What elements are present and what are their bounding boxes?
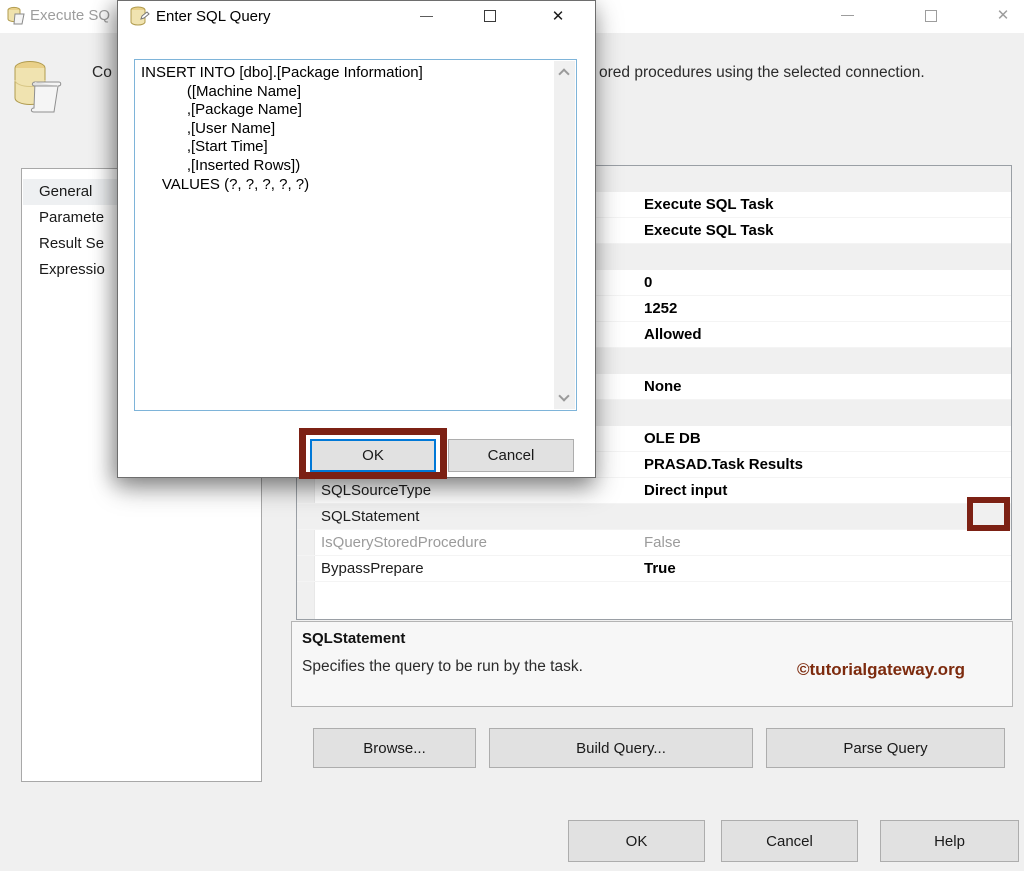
minimize-button[interactable] [824, 0, 870, 31]
property-help-panel: SQLStatement Specifies the query to be r… [291, 621, 1013, 707]
modal-cancel-button[interactable]: Cancel [448, 439, 574, 472]
grid-row-sqlsourcetype[interactable]: SQLSourceType Direct input [297, 478, 1011, 504]
grid-row-sqlstatement[interactable]: SQLStatement [297, 504, 1011, 530]
maximize-button[interactable] [908, 0, 954, 31]
property-label: IsQueryStoredProcedure [321, 534, 487, 551]
description-text-left: Co [92, 64, 112, 81]
editor-cancel-button[interactable]: Cancel [721, 820, 858, 862]
help-property-description: Specifies the query to be run by the tas… [302, 658, 583, 675]
build-query-button[interactable]: Build Query... [489, 728, 753, 768]
help-property-name: SQLStatement [302, 630, 406, 647]
maximize-icon [925, 9, 937, 22]
close-button[interactable]: ✕ [980, 0, 1024, 31]
property-label: BypassPrepare [321, 560, 424, 577]
parse-query-button[interactable]: Parse Query [766, 728, 1005, 768]
property-value: Execute SQL Task [644, 222, 774, 239]
sql-query-textarea[interactable]: INSERT INTO [dbo].[Package Information] … [134, 59, 577, 411]
watermark-text: ©tutorialgateway.org [797, 660, 966, 679]
execute-sql-task-editor-window: Execute SQ ✕ Co ored procedures using th… [0, 0, 1024, 871]
property-value: 0 [644, 274, 653, 291]
modal-maximize-button[interactable] [470, 1, 510, 31]
close-icon: ✕ [996, 7, 1010, 24]
property-value: Execute SQL Task [644, 196, 774, 213]
minimize-icon [419, 15, 433, 17]
property-value: Direct input [644, 482, 728, 499]
property-value: PRASAD.Task Results [644, 456, 803, 473]
enter-sql-query-dialog: Enter SQL Query ✕ INSERT INTO [dbo].[Pac… [117, 0, 596, 478]
maximize-icon [484, 10, 496, 22]
modal-close-button[interactable]: ✕ [538, 1, 578, 31]
sql-query-text: INSERT INTO [dbo].[Package Information] … [141, 64, 423, 193]
scroll-down-icon[interactable] [558, 390, 570, 402]
scroll-up-icon[interactable] [558, 68, 570, 80]
background-window-title: Execute SQ [30, 7, 111, 24]
close-icon: ✕ [551, 7, 565, 25]
modal-title: Enter SQL Query [156, 8, 271, 25]
sql-task-icon [7, 6, 25, 25]
editor-help-button[interactable]: Help [880, 820, 1019, 862]
annotation-ellipsis-highlight [967, 497, 1010, 531]
grid-row-isquerystoredprocedure[interactable]: IsQueryStoredProcedure False [297, 530, 1011, 556]
minimize-icon [840, 15, 854, 16]
property-value: False [644, 534, 681, 551]
property-label: SQLStatement [321, 508, 420, 525]
annotation-ok-highlight [299, 428, 447, 479]
description-text-right: ored procedures using the selected conne… [599, 64, 925, 81]
grid-row-bypassprepare[interactable]: BypassPrepare True [297, 556, 1011, 582]
property-value: None [644, 378, 682, 395]
property-label: SQLSourceType [321, 482, 432, 499]
modal-minimize-button[interactable] [406, 1, 446, 31]
property-value: Allowed [644, 326, 702, 343]
textarea-scrollbar[interactable] [554, 61, 575, 409]
execute-sql-task-icon [14, 61, 62, 113]
property-value: 1252 [644, 300, 678, 317]
editor-ok-button[interactable]: OK [568, 820, 705, 862]
browse-button[interactable]: Browse... [313, 728, 476, 768]
sql-query-icon [130, 6, 150, 26]
property-value: True [644, 560, 676, 577]
property-value: OLE DB [644, 430, 701, 447]
